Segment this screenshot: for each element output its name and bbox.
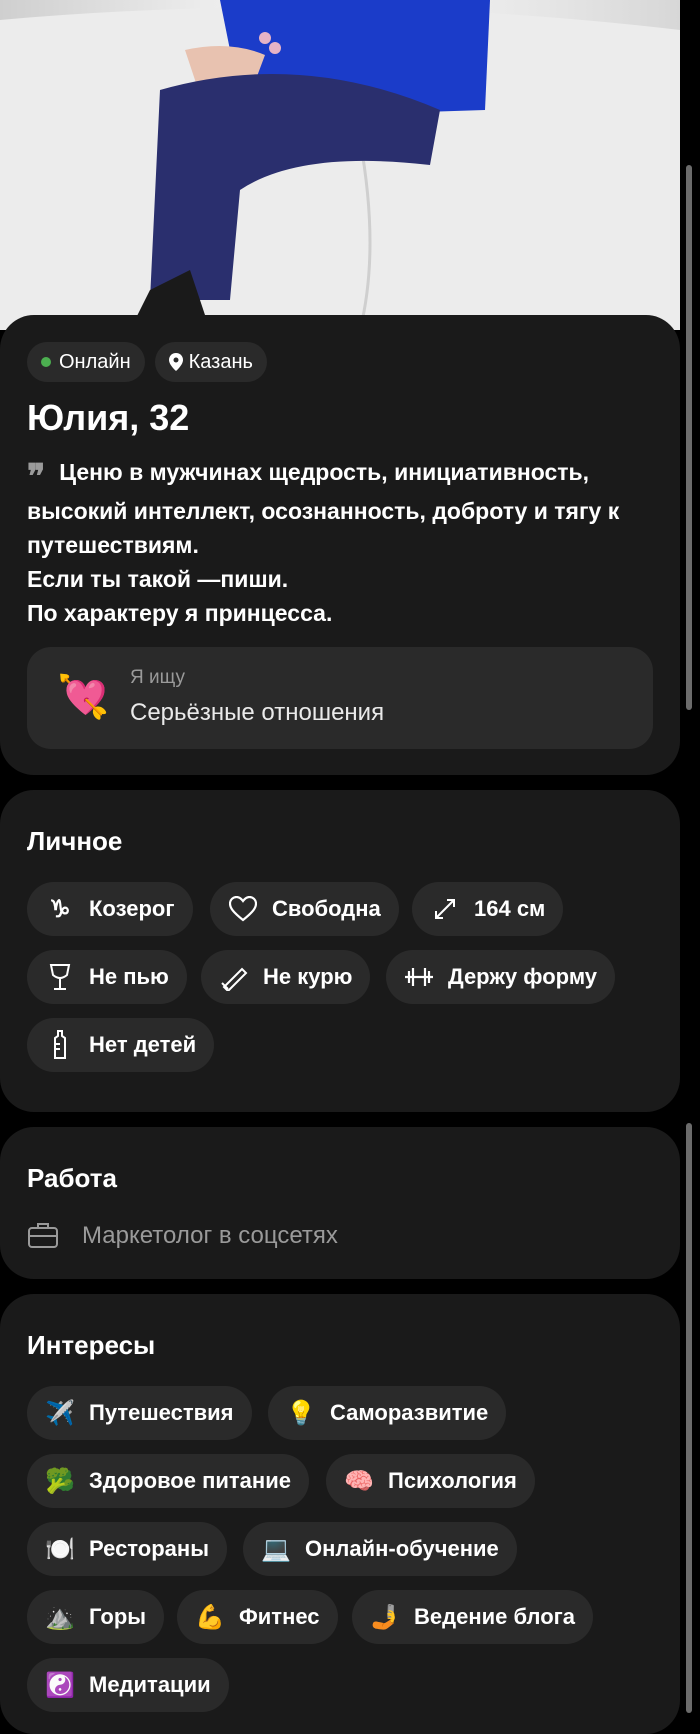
interest-chip: 🤳 Ведение блога (352, 1590, 594, 1644)
chip-label: 164 см (474, 896, 546, 921)
interest-chip: 🥦 Здоровое питание (27, 1454, 309, 1508)
looking-for-box: 💘 Я ищу Серьёзные отношения (27, 647, 653, 749)
interest-chip: ☯️ Медитации (27, 1658, 229, 1712)
chip-height: 164 см (412, 882, 564, 936)
interest-chip: 💡 Саморазвитие (268, 1386, 507, 1440)
photo-image (0, 0, 680, 330)
about-text: ❞ Ценю в мужчинах щедрость, инициативност… (27, 455, 667, 630)
city-badge: Казань (154, 342, 267, 382)
dumbbell-icon (404, 962, 434, 992)
online-dot-icon (41, 357, 51, 367)
flexed-biceps-icon: 💪 (195, 1603, 225, 1631)
about-line: путешествиям. (27, 532, 199, 558)
city-label: Казань (188, 350, 253, 373)
expand-arrows-icon (430, 894, 460, 924)
airplane-icon: ✈️ (45, 1399, 75, 1427)
interest-label: Ведение блога (414, 1604, 576, 1629)
scrollbar-top[interactable] (686, 165, 692, 710)
interest-label: Здоровое питание (89, 1468, 291, 1493)
profile-card: Онлайн Казань Юлия, 32 ❞ Ценю в мужчинах … (0, 315, 680, 775)
selfie-icon: 🤳 (370, 1603, 400, 1631)
yin-yang-icon: ☯️ (45, 1671, 75, 1699)
quote-icon: ❞ (27, 458, 46, 496)
chip-label: Не курю (263, 964, 353, 989)
laptop-icon: 💻 (261, 1535, 291, 1563)
brain-icon: 🧠 (344, 1467, 374, 1495)
interest-chip: 💪 Фитнес (177, 1590, 338, 1644)
about-line: Если ты такой —пиши. (27, 566, 289, 592)
about-line: ❞ Ценю в мужчинах щедрость, инициативност… (27, 458, 590, 496)
looking-for-label: Я ищу (130, 667, 185, 688)
chip-label: Свободна (272, 896, 381, 921)
chip-label: Нет детей (89, 1032, 197, 1057)
location-pin-icon (168, 353, 183, 371)
interest-chip: 🧠 Психология (326, 1454, 535, 1508)
chip-zodiac: ♑︎ Козерог (27, 882, 193, 936)
interest-label: Рестораны (89, 1536, 209, 1561)
chip-relationship: Свободна (210, 882, 399, 936)
interest-label: Горы (89, 1604, 147, 1629)
interest-chip: ⛰️ Горы (27, 1590, 165, 1644)
work-card: Работа Маркетолог в соцсетях (0, 1127, 680, 1279)
mountain-icon: ⛰️ (45, 1603, 75, 1631)
interest-label: Фитнес (239, 1604, 320, 1629)
heart-outline-icon (228, 894, 258, 924)
lightbulb-icon: 💡 (286, 1399, 316, 1427)
interest-chip: 💻 Онлайн-обучение (243, 1522, 517, 1576)
interest-chip: 🍽️ Рестораны (27, 1522, 227, 1576)
work-section-title: Работа (27, 1163, 117, 1193)
chip-label: Держу форму (448, 964, 598, 989)
about-line: высокий интеллект, осознанность, доброту… (27, 498, 620, 524)
chip-label: Козерог (89, 896, 175, 921)
work-value: Маркетолог в соцсетях (82, 1222, 338, 1249)
interests-section-title: Интересы (27, 1330, 156, 1360)
interest-label: Психология (388, 1468, 517, 1493)
interest-label: Медитации (89, 1672, 211, 1697)
briefcase-icon (27, 1221, 59, 1254)
baby-bottle-icon (45, 1030, 75, 1060)
interest-label: Путешествия (89, 1400, 234, 1425)
profile-photo[interactable] (0, 0, 680, 330)
about-line: По характеру я принцесса. (27, 600, 333, 626)
plate-icon: 🍽️ (45, 1535, 75, 1563)
interest-chip: ✈️ Путешествия (27, 1386, 252, 1440)
wine-glass-icon (45, 962, 75, 992)
personal-section-title: Личное (27, 826, 123, 856)
scrollbar-bottom[interactable] (686, 1123, 692, 1713)
heart-arrow-icon: 💘 (57, 673, 110, 720)
capricorn-icon: ♑︎ (49, 895, 71, 923)
personal-card: Личное ♑︎ Козерог Свободна 164 см Не пью… (0, 790, 680, 1112)
looking-for-value: Серьёзные отношения (130, 699, 385, 726)
interest-label: Саморазвитие (330, 1400, 489, 1425)
online-status-label: Онлайн (59, 350, 131, 373)
chip-drinking: Не пью (27, 950, 187, 1004)
chip-smoking: Не курю (201, 950, 371, 1004)
chip-label: Не пью (89, 964, 169, 989)
online-status-badge: Онлайн (27, 342, 145, 382)
chip-children: Нет детей (27, 1018, 215, 1072)
interest-label: Онлайн-обучение (305, 1536, 499, 1561)
profile-name-age: Юлия, 32 (27, 397, 190, 438)
interests-card: Интересы ✈️ Путешествия 💡 Саморазвитие 🥦… (0, 1294, 680, 1734)
chip-fitness: Держу форму (386, 950, 616, 1004)
broccoli-icon: 🥦 (45, 1467, 75, 1495)
cigarette-icon (219, 962, 249, 992)
